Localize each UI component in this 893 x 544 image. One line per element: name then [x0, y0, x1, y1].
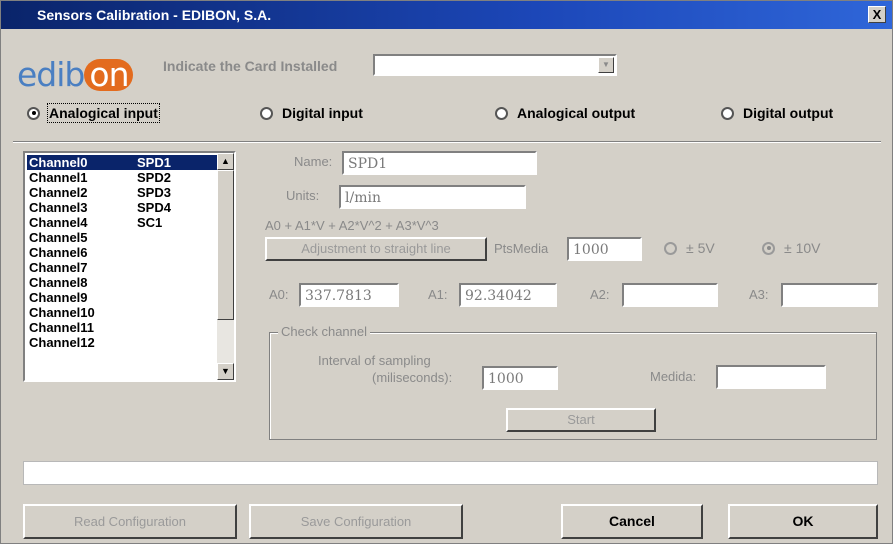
channel-sensor: SPD1 — [137, 155, 171, 170]
mode-analogical-output[interactable]: Analogical output — [495, 105, 635, 121]
radio-icon — [762, 241, 775, 255]
check-channel-group: Check channel Interval of sampling (mili… — [269, 324, 877, 440]
channel-name: Channel5 — [29, 230, 88, 245]
range-5v-radio[interactable]: ± 5V — [664, 240, 715, 256]
channel-row[interactable]: Channel11 — [27, 320, 217, 335]
channel-name: Channel1 — [29, 170, 88, 185]
title-bar: Sensors Calibration - EDIBON, S.A. X — [1, 1, 892, 29]
channel-name: Channel11 — [29, 320, 95, 335]
scroll-down-icon[interactable]: ▼ — [217, 363, 234, 380]
channel-row[interactable]: Channel3 SPD4 — [27, 200, 217, 215]
a1-field[interactable]: 92.34042 — [459, 283, 557, 307]
channel-name: Channel0 — [29, 155, 88, 170]
radio-icon — [664, 241, 677, 255]
mode-analogical-input[interactable]: Analogical input — [27, 103, 160, 123]
channel-name: Channel2 — [29, 185, 88, 200]
range-5v-label: ± 5V — [686, 240, 715, 256]
a2-field[interactable] — [622, 283, 718, 307]
card-label: Indicate the Card Installed — [163, 58, 338, 74]
start-button[interactable]: Start — [506, 408, 656, 432]
edibon-logo: edib on — [17, 55, 134, 94]
interval-label: Interval of sampling — [318, 353, 431, 368]
close-icon[interactable]: X — [868, 6, 886, 23]
name-field[interactable]: SPD1 — [342, 151, 537, 175]
channel-sensor: SPD2 — [137, 170, 171, 185]
ok-button[interactable]: OK — [728, 504, 878, 539]
channel-row[interactable]: Channel5 — [27, 230, 217, 245]
a1-label: A1: — [428, 287, 448, 302]
channel-row[interactable]: Channel4 SC1 — [27, 215, 217, 230]
channel-sensor: SPD4 — [137, 200, 171, 215]
a2-label: A2: — [590, 287, 610, 302]
channel-name: Channel7 — [29, 260, 88, 275]
channel-name: Channel8 — [29, 275, 88, 290]
channel-row[interactable]: Channel2 SPD3 — [27, 185, 217, 200]
ptsmedia-label: PtsMedia — [494, 241, 549, 256]
channel-name: Channel9 — [29, 290, 88, 305]
channel-name: Channel10 — [29, 305, 95, 320]
ptsmedia-field[interactable]: 1000 — [567, 237, 642, 261]
radio-icon — [27, 106, 40, 120]
scroll-thumb[interactable] — [217, 170, 234, 320]
channel-row[interactable]: Channel12 — [27, 335, 217, 350]
channel-list[interactable]: Channel0 SPD1 Channel1 SPD2 Channel2 SPD3 C… — [23, 151, 236, 382]
channel-row[interactable]: Channel7 — [27, 260, 217, 275]
interval-field[interactable]: 1000 — [482, 366, 558, 390]
channel-row[interactable]: Channel0 SPD1 — [27, 155, 217, 170]
formula-text: A0 + A1*V + A2*V^2 + A3*V^3 — [265, 218, 439, 233]
channel-row[interactable]: Channel6 — [27, 245, 217, 260]
range-10v-label: ± 10V — [784, 240, 821, 256]
channel-row[interactable]: Channel9 — [27, 290, 217, 305]
a3-label: A3: — [749, 287, 769, 302]
card-select[interactable]: ▼ — [373, 54, 617, 76]
interval-label-units: (miliseconds): — [372, 370, 453, 385]
logo-text-left: edib — [17, 55, 85, 94]
medida-field[interactable] — [716, 365, 826, 389]
channel-name: Channel3 — [29, 200, 88, 215]
units-field[interactable]: l/min — [339, 185, 526, 209]
chevron-down-icon[interactable]: ▼ — [598, 57, 614, 73]
channel-name: Channel6 — [29, 245, 88, 260]
calibration-window: Sensors Calibration - EDIBON, S.A. X edi… — [0, 0, 893, 544]
window-title: Sensors Calibration - EDIBON, S.A. — [37, 7, 272, 23]
radio-icon — [260, 106, 273, 120]
medida-label: Medida: — [650, 369, 697, 384]
scroll-up-icon[interactable]: ▲ — [217, 153, 234, 170]
channel-list-scrollbar[interactable]: ▲ ▼ — [217, 153, 234, 380]
separator — [13, 141, 881, 143]
channel-name: Channel12 — [29, 335, 95, 350]
read-configuration-button[interactable]: Read Configuration — [23, 504, 237, 539]
cancel-button[interactable]: Cancel — [561, 504, 703, 539]
mode-label: Digital input — [282, 105, 363, 121]
channel-sensor: SC1 — [137, 215, 163, 230]
mode-digital-input[interactable]: Digital input — [260, 105, 363, 121]
status-bar — [23, 461, 878, 485]
check-channel-legend: Check channel — [278, 324, 370, 339]
adjust-straight-line-button[interactable]: Adjustment to straight line — [265, 237, 487, 261]
name-label: Name: — [294, 154, 333, 169]
a3-field[interactable] — [781, 283, 878, 307]
units-label: Units: — [286, 188, 320, 203]
save-configuration-button[interactable]: Save Configuration — [249, 504, 463, 539]
a0-field[interactable]: 337.7813 — [299, 283, 399, 307]
channel-row[interactable]: Channel8 — [27, 275, 217, 290]
mode-label: Digital output — [743, 105, 834, 121]
radio-icon — [721, 106, 734, 120]
range-10v-radio[interactable]: ± 10V — [762, 240, 820, 256]
logo-text-right: on — [84, 58, 134, 91]
a0-label: A0: — [269, 287, 289, 302]
channel-name: Channel4 — [29, 215, 88, 230]
radio-icon — [495, 106, 508, 120]
channel-sensor: SPD3 — [137, 185, 171, 200]
mode-label: Analogical output — [517, 105, 636, 121]
mode-digital-output[interactable]: Digital output — [721, 105, 833, 121]
channel-row[interactable]: Channel10 — [27, 305, 217, 320]
channel-row[interactable]: Channel1 SPD2 — [27, 170, 217, 185]
mode-label: Analogical input — [47, 103, 160, 123]
